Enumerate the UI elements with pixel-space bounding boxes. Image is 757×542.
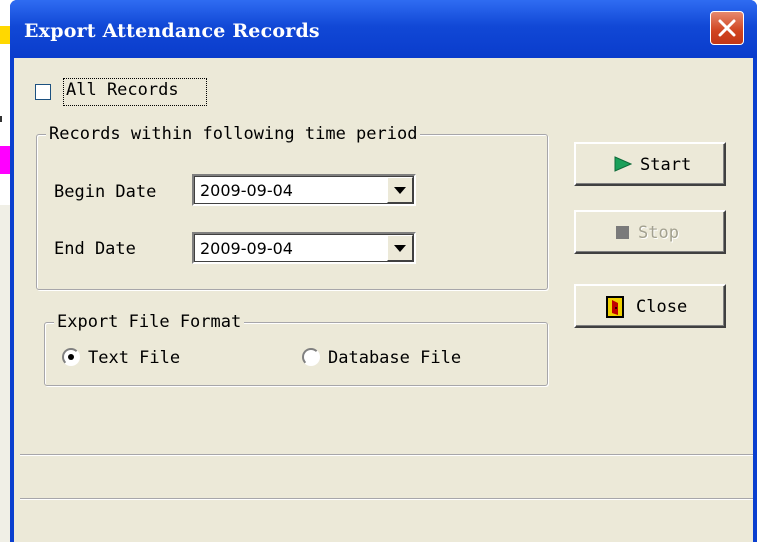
end-date-dropdown-button[interactable] (387, 235, 413, 261)
chevron-down-icon (394, 187, 406, 194)
stop-icon (616, 226, 629, 239)
play-icon (614, 156, 632, 172)
door-exit-icon (606, 296, 624, 318)
all-records-label[interactable]: All Records (66, 80, 179, 100)
start-button-label: Start (640, 155, 692, 175)
close-button-label: Close (636, 297, 688, 317)
status-divider (20, 498, 753, 500)
all-records-checkbox[interactable] (35, 84, 51, 100)
stop-button[interactable]: Stop (574, 210, 726, 254)
close-window-button[interactable] (710, 11, 744, 45)
background-marker (0, 116, 8, 122)
background-marker (0, 146, 10, 174)
text-file-label[interactable]: Text File (88, 348, 180, 368)
export-format-legend: Export File Format (54, 312, 245, 332)
close-button[interactable]: Close (574, 284, 726, 328)
begin-date-picker[interactable]: 2009-09-04 (192, 174, 416, 206)
window-title: Export Attendance Records (24, 20, 320, 42)
chevron-down-icon (394, 245, 406, 252)
text-file-radio[interactable] (62, 348, 80, 366)
database-file-label[interactable]: Database File (328, 348, 461, 368)
time-period-group (36, 134, 548, 290)
background-marker (0, 26, 10, 44)
time-period-legend: Records within following time period (46, 124, 421, 144)
start-button[interactable]: Start (574, 142, 726, 186)
end-date-picker[interactable]: 2009-09-04 (192, 232, 416, 264)
begin-date-label: Begin Date (54, 182, 157, 202)
end-date-label: End Date (54, 239, 136, 259)
begin-date-value: 2009-09-04 (200, 181, 293, 200)
status-divider (20, 454, 753, 456)
end-date-value: 2009-09-04 (200, 239, 293, 258)
database-file-radio[interactable] (302, 348, 320, 366)
export-dialog: Export Attendance Records All Records Re… (10, 0, 757, 542)
begin-date-dropdown-button[interactable] (387, 177, 413, 203)
dialog-body: All Records Records within following tim… (14, 58, 753, 542)
title-bar[interactable]: Export Attendance Records (10, 0, 757, 58)
close-icon (718, 19, 736, 37)
stop-button-label: Stop (638, 223, 679, 243)
radio-selected-dot (68, 354, 74, 360)
